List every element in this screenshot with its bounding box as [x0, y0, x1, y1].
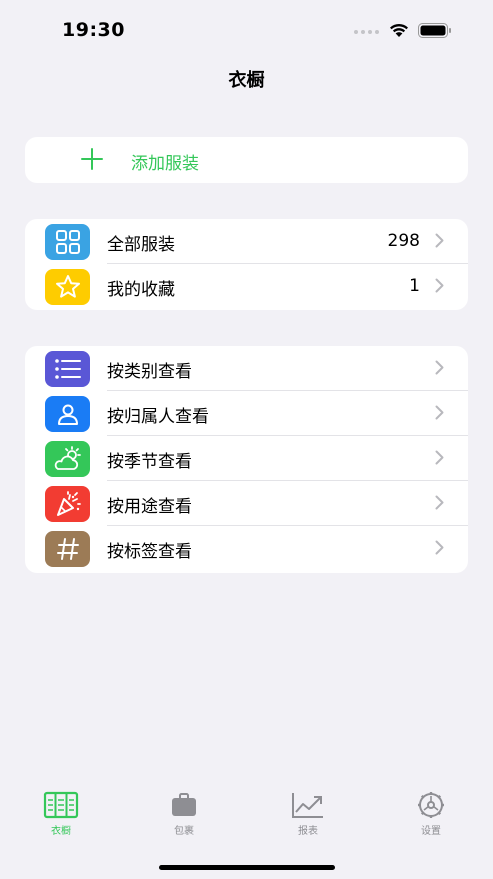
list-item-label: 按归属人查看 — [107, 407, 209, 427]
weather-icon — [45, 441, 90, 477]
list-item-label: 按标签查看 — [107, 542, 192, 562]
wardrobe-screen: 19:30 衣橱 添加服装 全部服装 298 我的收藏 1 按类别查看 按归属人… — [0, 0, 493, 879]
item-count: 1 — [409, 276, 420, 296]
chart-icon — [268, 788, 348, 822]
tab-label: 报表 — [298, 826, 318, 837]
chevron-right-icon — [435, 233, 444, 248]
add-clothing-label: 添加服装 — [131, 154, 199, 174]
list-item-by-purpose[interactable]: 按用途查看 — [25, 481, 468, 526]
home-indicator — [159, 865, 335, 870]
plus-icon — [81, 148, 103, 170]
chevron-right-icon — [435, 405, 444, 420]
list-item-by-owner[interactable]: 按归属人查看 — [25, 391, 468, 436]
wifi-icon — [390, 23, 408, 37]
battery-icon — [418, 23, 451, 38]
tab-label: 设置 — [421, 826, 441, 837]
star-icon — [45, 269, 90, 305]
bag-icon — [144, 788, 224, 822]
list-item-by-season[interactable]: 按季节查看 — [25, 436, 468, 481]
list-item-label: 按类别查看 — [107, 362, 192, 382]
hashtag-icon — [45, 531, 90, 567]
chevron-right-icon — [435, 360, 444, 375]
list-icon — [45, 351, 90, 387]
grid-icon — [45, 224, 90, 260]
chevron-right-icon — [435, 540, 444, 555]
tab-wardrobe[interactable]: 衣橱 — [21, 788, 101, 837]
status-bar: 19:30 — [0, 0, 493, 60]
wardrobe-icon — [21, 788, 101, 822]
tab-report[interactable]: 报表 — [268, 788, 348, 837]
chevron-right-icon — [435, 450, 444, 465]
party-popper-icon — [45, 486, 90, 522]
cellular-signal-icon — [354, 30, 379, 34]
tab-package[interactable]: 包裹 — [144, 788, 224, 837]
chevron-right-icon — [435, 495, 444, 510]
page-title: 衣橱 — [228, 70, 265, 91]
tab-label: 包裹 — [174, 826, 194, 837]
add-clothing-button[interactable]: 添加服装 — [25, 137, 468, 183]
list-item-label: 按用途查看 — [107, 497, 192, 517]
person-icon — [45, 396, 90, 432]
chevron-right-icon — [435, 278, 444, 293]
tab-bar: 衣橱 包裹 报表 设置 — [0, 788, 493, 848]
list-item-favorites[interactable]: 我的收藏 1 — [25, 264, 468, 309]
list-item-label: 我的收藏 — [107, 280, 175, 300]
status-time: 19:30 — [62, 19, 125, 41]
list-item-by-tag[interactable]: 按标签查看 — [25, 526, 468, 571]
list-item-label: 按季节查看 — [107, 452, 192, 472]
list-item-by-category[interactable]: 按类别查看 — [25, 346, 468, 391]
list-item-label: 全部服装 — [107, 235, 175, 255]
item-count: 298 — [387, 231, 420, 251]
collection-list: 全部服装 298 我的收藏 1 — [25, 219, 468, 310]
browse-by-list: 按类别查看 按归属人查看 按季节查看 按用途查看 按标签查看 — [25, 346, 468, 573]
gear-icon — [391, 788, 471, 822]
tab-label: 衣橱 — [51, 826, 71, 837]
list-item-all-clothing[interactable]: 全部服装 298 — [25, 219, 468, 264]
tab-settings[interactable]: 设置 — [391, 788, 471, 837]
